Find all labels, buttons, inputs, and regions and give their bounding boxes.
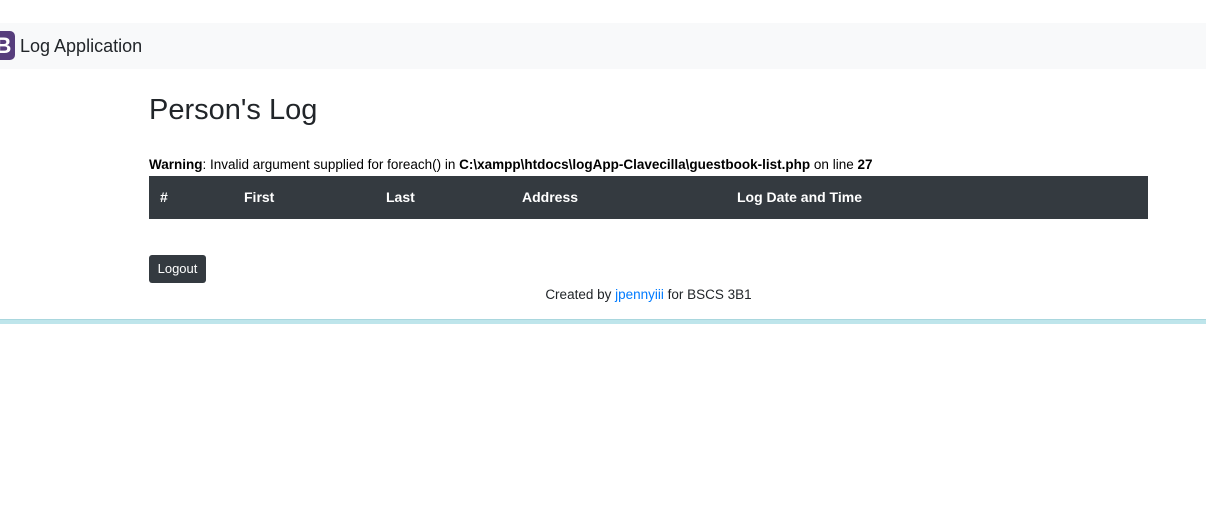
footer-divider	[0, 319, 1206, 324]
column-header-last: Last	[386, 189, 415, 205]
column-header-address: Address	[522, 189, 579, 205]
warning-message: : Invalid argument supplied for foreach(…	[202, 157, 460, 172]
footer-prefix: Created by	[545, 287, 616, 302]
footer-credit: Created by jpennyiii for BSCS 3B1	[0, 286, 1206, 304]
column-header-number: #	[160, 189, 168, 205]
page-title: Person's Log	[149, 94, 318, 126]
footer-suffix: for BSCS 3B1	[663, 287, 752, 302]
warning-label: Warning	[149, 157, 203, 172]
navbar-brand[interactable]: Log Application	[20, 34, 142, 58]
log-table-header: # First Last Address Log Date and Time	[149, 176, 1148, 219]
php-warning: Warning: Invalid argument supplied for f…	[149, 156, 873, 174]
column-header-log-date-time: Log Date and Time	[737, 189, 862, 205]
author-link[interactable]: jpennyiii	[615, 287, 664, 302]
column-header-first: First	[244, 189, 275, 205]
warning-line-number: 27	[857, 157, 873, 172]
navbar: B Log Application	[0, 23, 1206, 69]
logout-button[interactable]: Logout	[149, 255, 206, 283]
warning-file-path: C:\xampp\htdocs\logApp-Clavecilla\guestb…	[459, 157, 811, 172]
bootstrap-logo-icon: B	[0, 31, 15, 60]
warning-line-text: on line	[810, 157, 858, 172]
